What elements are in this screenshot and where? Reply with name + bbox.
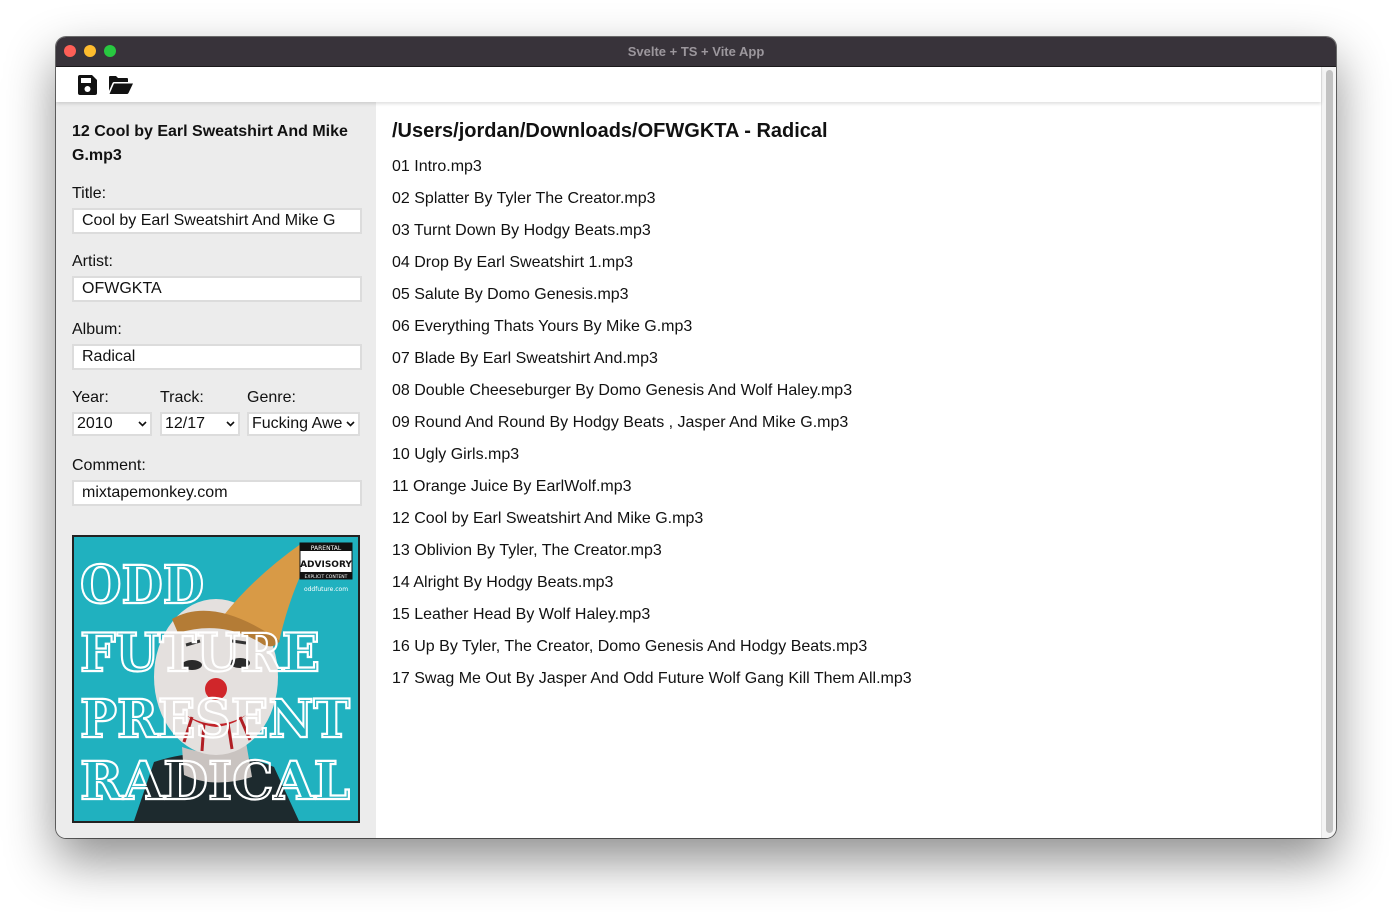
track-list-item[interactable]: 09 Round And Round By Hodgy Beats , Jasp… <box>392 413 912 445</box>
selected-file-name: 12 Cool by Earl Sweatshirt And Mike G.mp… <box>72 123 348 164</box>
genre-select-value: Fucking Awesome <box>252 415 342 432</box>
track-list-item[interactable]: 08 Double Cheeseburger By Domo Genesis A… <box>392 381 912 413</box>
vertical-scrollbar[interactable] <box>1321 67 1336 838</box>
folder-open-icon <box>109 76 133 94</box>
album-art: PARENTAL ADVISORY EXPLICIT CONTENT oddfu… <box>72 535 360 823</box>
title-bar[interactable]: Svelte + TS + Vite App <box>56 37 1336 67</box>
advisory-top: PARENTAL <box>311 545 342 552</box>
open-folder-button[interactable] <box>108 74 134 96</box>
tag-editor-panel: 12 Cool by Earl Sweatshirt And Mike G.mp… <box>56 102 376 838</box>
track-list-item[interactable]: 01 Intro.mp3 <box>392 157 912 189</box>
track-list-item[interactable]: 10 Ugly Girls.mp3 <box>392 445 912 477</box>
app-window: Svelte + TS + Vite App 12 Cool by Earl S… <box>56 37 1336 838</box>
album-site: oddfuture.com <box>304 586 348 593</box>
track-label: Track: <box>160 389 204 406</box>
advisory-main: ADVISORY <box>300 560 352 570</box>
track-list-item[interactable]: 15 Leather Head By Wolf Haley.mp3 <box>392 605 912 637</box>
track-list-item[interactable]: 16 Up By Tyler, The Creator, Domo Genesi… <box>392 637 912 669</box>
track-list-item[interactable]: 14 Alright By Hodgy Beats.mp3 <box>392 573 912 605</box>
comment-label: Comment: <box>72 457 146 474</box>
album-label: Album: <box>72 321 122 338</box>
album-field[interactable]: Radical <box>72 344 362 370</box>
track-list-item[interactable]: 05 Salute By Domo Genesis.mp3 <box>392 285 912 317</box>
track-list-item[interactable]: 02 Splatter By Tyler The Creator.mp3 <box>392 189 912 221</box>
window-title: Svelte + TS + Vite App <box>627 44 765 59</box>
track-list-item[interactable]: 04 Drop By Earl Sweatshirt 1.mp3 <box>392 253 912 285</box>
genre-select[interactable]: Fucking Awesome <box>247 412 360 436</box>
artist-label: Artist: <box>72 253 113 270</box>
album-title-line-4: RADICAL <box>80 751 350 812</box>
album-title-line-3: PRESENT <box>80 689 350 750</box>
scrollbar-thumb[interactable] <box>1326 70 1333 833</box>
chevron-down-icon <box>346 421 355 427</box>
artist-field[interactable]: OFWGKTA <box>72 276 362 302</box>
title-field[interactable]: Cool by Earl Sweatshirt And Mike G <box>72 208 362 234</box>
chevron-down-icon <box>226 421 235 427</box>
track-list-item[interactable]: 11 Orange Juice By EarlWolf.mp3 <box>392 477 912 509</box>
advisory-bottom: EXPLICIT CONTENT <box>305 574 348 580</box>
floppy-disk-icon <box>78 75 97 95</box>
track-list-item[interactable]: 13 Oblivion By Tyler, The Creator.mp3 <box>392 541 912 573</box>
track-list-item[interactable]: 06 Everything Thats Yours By Mike G.mp3 <box>392 317 912 349</box>
chevron-down-icon <box>138 421 147 427</box>
comment-field[interactable]: mixtapemonkey.com <box>72 480 362 506</box>
album-cover-image: PARENTAL ADVISORY EXPLICIT CONTENT oddfu… <box>74 537 358 821</box>
album-title-line-2: FUTURE <box>80 623 320 684</box>
toolbar <box>56 67 1321 102</box>
file-browser-panel: /Users/jordan/Downloads/OFWGKTA - Radica… <box>376 102 1321 838</box>
year-select[interactable]: 2010 <box>72 412 152 436</box>
track-list-item[interactable]: 03 Turnt Down By Hodgy Beats.mp3 <box>392 221 912 253</box>
year-label: Year: <box>72 389 109 406</box>
genre-label: Genre: <box>247 389 296 406</box>
year-select-value: 2010 <box>77 415 113 432</box>
album-title-line-1: ODD <box>80 555 204 616</box>
track-list-item[interactable]: 17 Swag Me Out By Jasper And Odd Future … <box>392 669 912 701</box>
title-label: Title: <box>72 185 107 202</box>
save-button[interactable] <box>76 74 98 96</box>
track-list: 01 Intro.mp3 02 Splatter By Tyler The Cre… <box>392 157 912 701</box>
folder-path: /Users/jordan/Downloads/OFWGKTA - Radica… <box>392 120 828 142</box>
track-list-item[interactable]: 12 Cool by Earl Sweatshirt And Mike G.mp… <box>392 509 912 541</box>
track-list-item[interactable]: 07 Blade By Earl Sweatshirt And.mp3 <box>392 349 912 381</box>
track-select-value: 12/17 <box>165 415 206 432</box>
track-select[interactable]: 12/17 <box>160 412 240 436</box>
